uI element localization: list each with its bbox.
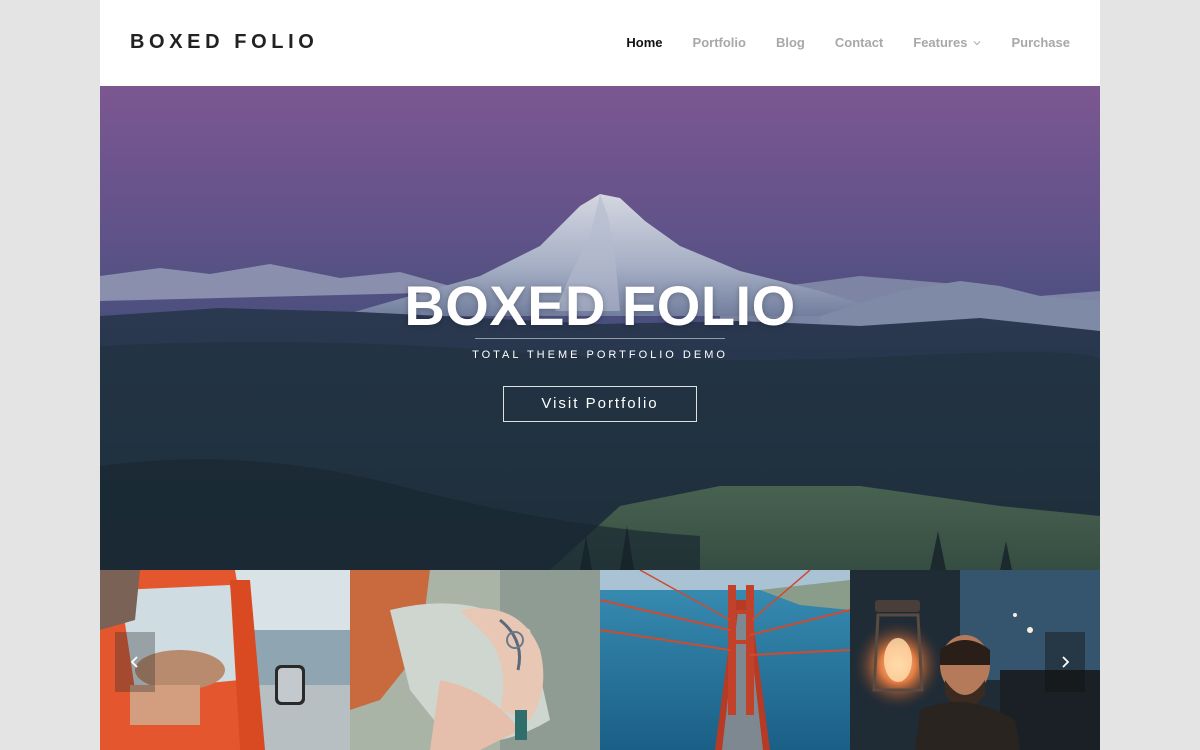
carousel-item-2[interactable] (350, 570, 600, 750)
nav-label-contact: Contact (834, 35, 884, 50)
site-logo[interactable]: BOXED FOLIO (130, 31, 318, 54)
bridge-photo (600, 570, 850, 750)
boxed-container: BOXED FOLIO Home Portfolio Blog Contact … (100, 0, 1100, 750)
nav-item-features[interactable]: Features (913, 35, 981, 50)
chevron-down-icon (974, 40, 981, 45)
hero-divider (475, 338, 725, 339)
site-header: BOXED FOLIO Home Portfolio Blog Contact … (100, 0, 1100, 86)
portfolio-carousel (100, 570, 1100, 750)
chevron-right-icon (1062, 656, 1070, 668)
main-nav: Home Portfolio Blog Contact Features Pur… (596, 35, 1070, 50)
nav-label-blog: Blog (775, 35, 805, 50)
carousel-next-button[interactable] (1045, 632, 1085, 692)
visit-portfolio-button[interactable]: Visit Portfolio (503, 386, 697, 422)
tattoo-photo (350, 570, 600, 750)
nav-item-contact[interactable]: Contact (835, 35, 883, 50)
hero-title: BOXED FOLIO (404, 274, 796, 337)
nav-item-home[interactable]: Home (626, 35, 662, 50)
nav-label-home: Home (626, 35, 663, 50)
hero-content: BOXED FOLIO TOTAL THEME PORTFOLIO DEMO V… (100, 276, 1100, 422)
chevron-left-icon (130, 656, 138, 668)
nav-item-blog[interactable]: Blog (776, 35, 805, 50)
carousel-prev-button[interactable] (115, 632, 155, 692)
carousel-item-3[interactable] (600, 570, 850, 750)
hero-subtitle: TOTAL THEME PORTFOLIO DEMO (472, 349, 728, 361)
nav-item-purchase[interactable]: Purchase (1011, 35, 1070, 50)
nav-label-features: Features (913, 35, 968, 50)
nav-item-portfolio[interactable]: Portfolio (693, 35, 746, 50)
hero-section: BOXED FOLIO TOTAL THEME PORTFOLIO DEMO V… (100, 86, 1100, 570)
nav-label-purchase: Purchase (1011, 35, 1070, 50)
nav-label-portfolio: Portfolio (692, 35, 746, 50)
